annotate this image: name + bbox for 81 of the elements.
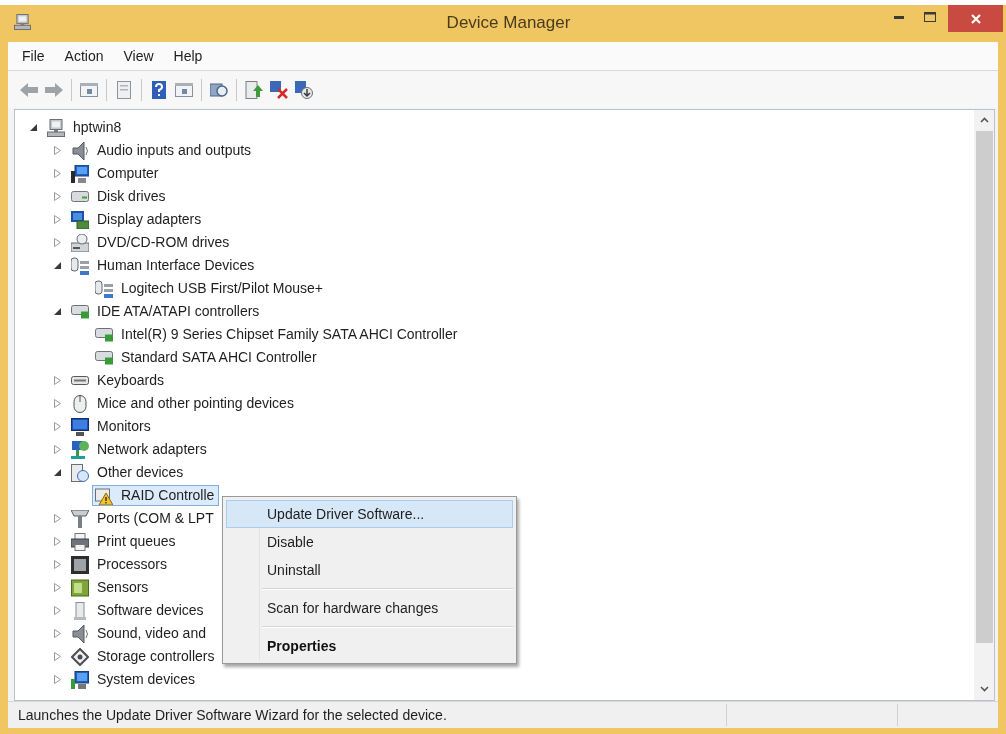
- printer-icon: [71, 532, 89, 551]
- tree-item[interactable]: Network adapters: [68, 439, 212, 460]
- tree-item[interactable]: Storage controllers: [68, 646, 220, 667]
- port-connector-icon: [71, 509, 89, 528]
- document-up-arrow-icon[interactable]: [245, 80, 263, 99]
- menu-bar-item[interactable]: Help: [168, 45, 208, 67]
- tree-item[interactable]: IDE ATA/ATAPI controllers: [68, 301, 265, 322]
- tree-item[interactable]: Processors: [68, 554, 173, 575]
- status-text: Launches the Update Driver Software Wizard for the selected device.: [18, 705, 447, 725]
- network-icon: [71, 440, 89, 459]
- tree-item[interactable]: Intel(R) 9 Series Chipset Family SATA AHCI Controller: [92, 324, 463, 345]
- storage-controller-icon: [71, 647, 89, 666]
- close-button[interactable]: [948, 5, 1003, 32]
- window-title: Device Manager: [446, 12, 571, 35]
- chip-icon: [71, 555, 89, 574]
- tree-item[interactable]: RAID Controlle: [92, 485, 220, 506]
- controller-card-icon: [95, 350, 113, 365]
- minimize-icon: [894, 15, 904, 19]
- disk-drive-icon: [71, 191, 89, 202]
- system-device-icon: [71, 670, 89, 689]
- optical-drive-icon: [71, 233, 89, 252]
- menu-bar-item[interactable]: View: [118, 45, 159, 67]
- tree-item[interactable]: Logitech USB First/Pilot Mouse+: [92, 278, 328, 299]
- input-device-icon: [71, 256, 89, 275]
- menu-item[interactable]: Uninstall: [226, 556, 513, 584]
- tree-item[interactable]: hptwin8: [44, 117, 127, 138]
- tree-item[interactable]: Sensors: [68, 577, 154, 598]
- tree-item[interactable]: Human Interface Devices: [68, 255, 260, 276]
- sensor-icon: [71, 578, 89, 597]
- computer-icon: [47, 118, 65, 137]
- tree-expander-icon[interactable]: [53, 307, 62, 316]
- close-icon: [970, 13, 981, 24]
- speaker-icon: [71, 141, 89, 160]
- menu-item[interactable]: Disable: [226, 528, 513, 556]
- maximize-icon: [924, 12, 936, 22]
- document-icon[interactable]: [115, 80, 133, 99]
- controller-card-icon: [95, 327, 113, 342]
- tree-item[interactable]: Software devices: [68, 600, 209, 621]
- computer-icon: [14, 13, 31, 30]
- display-adapter-icon: [71, 210, 89, 229]
- menu-item[interactable]: Properties: [226, 632, 513, 660]
- device-magnifier-icon[interactable]: [210, 80, 228, 99]
- tree-item[interactable]: Sound, video and: [68, 623, 211, 644]
- device-down-arrow-icon[interactable]: [295, 80, 313, 99]
- computer-icon: [71, 164, 89, 183]
- window-icon[interactable]: [175, 80, 193, 99]
- tree-item[interactable]: Keyboards: [68, 370, 169, 391]
- unknown-device-icon: [71, 463, 89, 482]
- tree-expander-icon[interactable]: [53, 261, 62, 270]
- tree-expander-icon[interactable]: [29, 123, 38, 132]
- tree-item[interactable]: Print queues: [68, 531, 181, 552]
- menu-item[interactable]: Scan for hardware changes: [226, 594, 513, 622]
- controller-card-icon: [71, 304, 89, 319]
- keyboard-icon: [71, 376, 89, 385]
- menu-bar-item[interactable]: File: [17, 45, 50, 67]
- tree-item[interactable]: Display adapters: [68, 209, 207, 230]
- tree-item[interactable]: System devices: [68, 669, 201, 690]
- monitor-icon: [71, 417, 89, 436]
- warning-device-icon: [95, 486, 113, 505]
- back-arrow-icon[interactable]: [20, 80, 38, 99]
- tree-item[interactable]: DVD/CD-ROM drives: [68, 232, 235, 253]
- mouse-icon: [71, 394, 89, 413]
- tree-expander-icon[interactable]: [53, 468, 62, 477]
- input-device-icon: [95, 279, 113, 298]
- help-icon[interactable]: [150, 80, 168, 99]
- tree-item[interactable]: Computer: [68, 163, 164, 184]
- tree-item[interactable]: Ports (COM & LPT: [68, 508, 219, 529]
- menu-bar-item[interactable]: Action: [59, 45, 109, 67]
- menu-item[interactable]: Update Driver Software...: [226, 500, 513, 528]
- tree-item[interactable]: Mice and other pointing devices: [68, 393, 299, 414]
- tree-item[interactable]: Monitors: [68, 416, 156, 437]
- scroll-thumb[interactable]: [975, 131, 993, 643]
- speaker-icon: [71, 624, 89, 643]
- tree-item[interactable]: Standard SATA AHCI Controller: [92, 347, 322, 368]
- tree-item[interactable]: Audio inputs and outputs: [68, 140, 257, 161]
- forward-arrow-icon[interactable]: [45, 80, 63, 99]
- software-device-icon: [71, 601, 89, 620]
- tree-item[interactable]: Other devices: [68, 462, 189, 483]
- tree-item[interactable]: Disk drives: [68, 186, 171, 207]
- window-icon[interactable]: [80, 80, 98, 99]
- device-remove-icon[interactable]: [270, 80, 288, 99]
